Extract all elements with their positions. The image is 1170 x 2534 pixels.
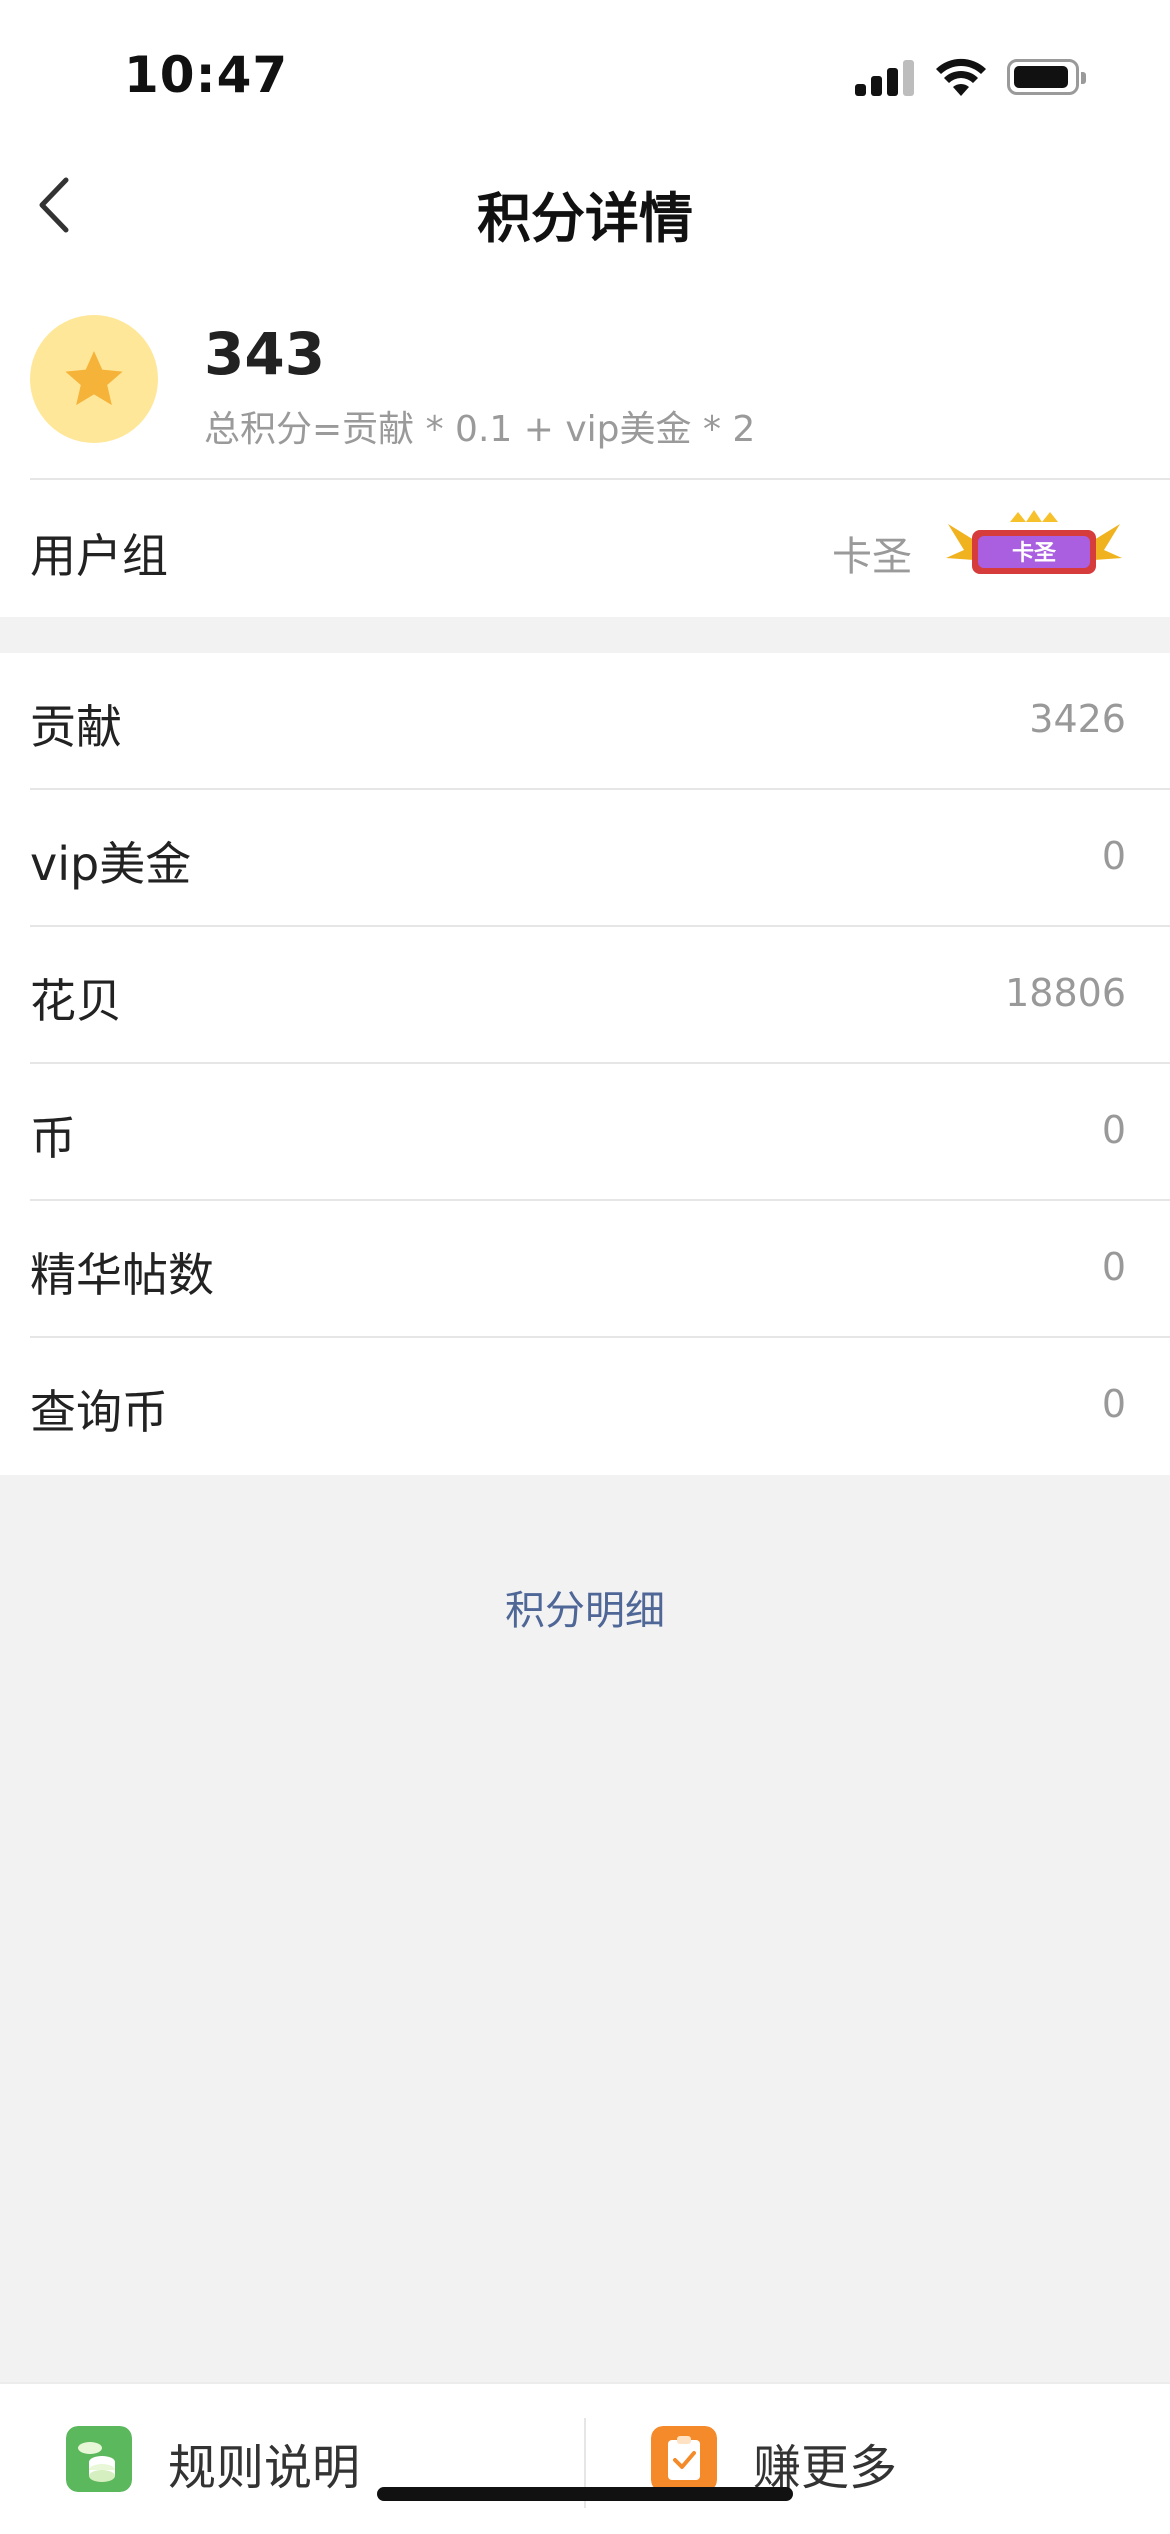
stat-label: 查询币 bbox=[30, 1385, 168, 1439]
navigation-bar: 积分详情 bbox=[0, 150, 1170, 260]
stat-value: 0 bbox=[1101, 1245, 1126, 1289]
list-item: 币 0 bbox=[0, 1064, 1170, 1201]
list-item: 贡献 3426 bbox=[0, 653, 1170, 790]
points-formula: 总积分=贡献 * 0.1 + vip美金 * 2 bbox=[204, 409, 756, 450]
star-icon bbox=[65, 350, 123, 406]
home-indicator bbox=[377, 2487, 793, 2501]
user-group-badge: 卡圣 bbox=[946, 510, 1122, 574]
stat-value: 0 bbox=[1101, 834, 1126, 878]
stat-value: 0 bbox=[1101, 1108, 1126, 1152]
stat-value: 0 bbox=[1101, 1382, 1126, 1426]
status-time: 10:47 bbox=[124, 46, 289, 104]
rules-button-label: 规则说明 bbox=[168, 2440, 361, 2496]
cellular-signal-icon bbox=[855, 58, 915, 96]
earn-more-button[interactable]: 赚更多 bbox=[585, 2384, 1170, 2534]
list-item: 花贝 18806 bbox=[0, 927, 1170, 1064]
stat-label: 贡献 bbox=[30, 700, 122, 754]
bottom-action-bar: 规则说明 赚更多 bbox=[0, 2382, 1170, 2534]
points-avatar bbox=[30, 315, 158, 443]
list-item: 查询币 0 bbox=[0, 1338, 1170, 1475]
points-summary: 343 总积分=贡献 * 0.1 + vip美金 * 2 bbox=[0, 300, 1170, 480]
battery-icon bbox=[1007, 59, 1086, 95]
rules-button[interactable]: 规则说明 bbox=[0, 2384, 585, 2534]
user-group-row: 用户组 卡圣 卡圣 bbox=[0, 480, 1170, 617]
list-item: 精华帖数 0 bbox=[0, 1201, 1170, 1338]
stat-value: 18806 bbox=[1005, 971, 1126, 1015]
stat-label: 花贝 bbox=[30, 974, 122, 1028]
total-points: 343 bbox=[204, 320, 326, 388]
user-group-badge-text: 卡圣 bbox=[1012, 541, 1057, 566]
clipboard-check-icon bbox=[651, 2426, 717, 2492]
wifi-icon bbox=[936, 58, 986, 96]
status-bar: 10:47 bbox=[0, 0, 1170, 150]
coins-icon bbox=[66, 2426, 132, 2492]
page-title: 积分详情 bbox=[477, 187, 693, 250]
stat-label: 精华帖数 bbox=[30, 1248, 214, 1302]
list-item: vip美金 0 bbox=[0, 790, 1170, 927]
points-detail-link[interactable]: 积分明细 bbox=[0, 1578, 1170, 1636]
stat-value: 3426 bbox=[1029, 697, 1126, 741]
user-group-value: 卡圣 bbox=[832, 534, 912, 580]
points-detail-list: 贡献 3426 vip美金 0 花贝 18806 币 0 精华帖数 0 查询币 … bbox=[0, 653, 1170, 1475]
stat-label: 币 bbox=[30, 1111, 76, 1165]
user-group-label: 用户组 bbox=[30, 529, 168, 583]
stat-label: vip美金 bbox=[30, 837, 192, 891]
